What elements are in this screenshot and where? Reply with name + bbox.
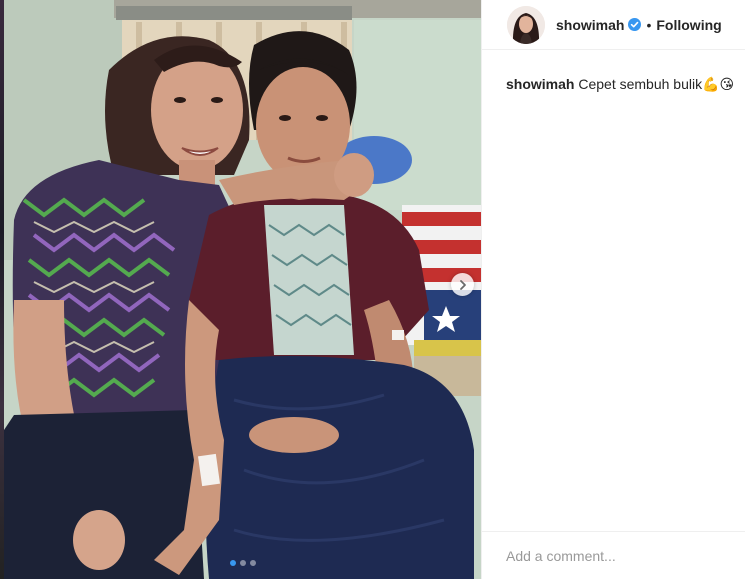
carousel-dot [239,560,246,566]
caption-text: Cepet sembuh bulik [578,76,703,92]
carousel-dot [229,560,236,566]
post-author-username[interactable]: showimah [556,17,624,33]
instagram-post-window: showimah • Following showimah Cepet semb… [0,0,745,579]
caption-emoji: 💪😘 [702,77,735,93]
comment-input[interactable] [506,547,726,564]
chevron-right-icon [459,279,466,290]
avatar-portrait-icon [507,5,545,44]
following-button[interactable]: Following [656,17,721,33]
post-caption: showimah Cepet sembuh bulik💪😘 [482,50,745,94]
carousel-dot [249,560,256,566]
post-header: showimah • Following [482,0,745,50]
comment-bar [482,531,745,579]
verified-badge-icon [628,18,642,31]
header-separator: • [646,16,652,33]
profile-avatar[interactable] [507,5,545,44]
post-details-panel: showimah • Following showimah Cepet semb… [481,0,745,579]
carousel-indicator [4,560,481,566]
carousel-next-button[interactable] [451,273,474,296]
post-photo[interactable] [4,0,481,579]
caption-username[interactable]: showimah [506,76,574,92]
photo-illustration [4,0,481,579]
